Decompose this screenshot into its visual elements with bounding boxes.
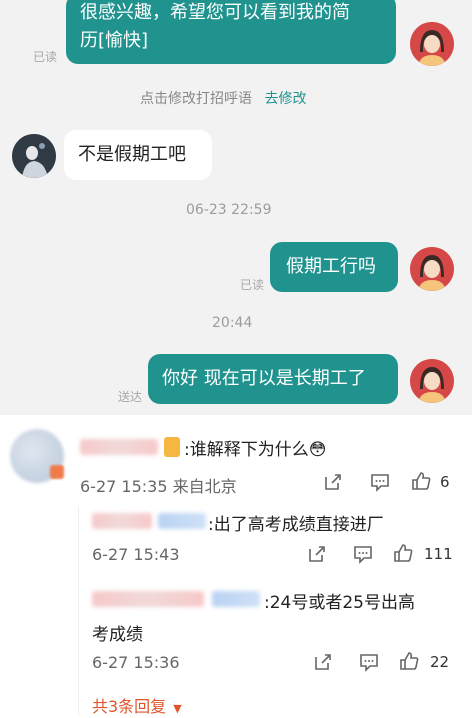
comment-text: :谁解释下为什么😳 (184, 440, 327, 460)
read-status: 已读 (240, 278, 265, 292)
comment-icon[interactable] (358, 651, 380, 673)
share-icon[interactable] (306, 543, 328, 565)
more-replies-link[interactable]: 共3条回复 ▼ (92, 693, 182, 717)
greeting-hint: 点击修改打招呼语 去修改 (140, 88, 306, 108)
like-icon[interactable] (410, 470, 432, 492)
avatar-me[interactable] (410, 22, 454, 66)
comment-section: :谁解释下为什么😳 6-27 15:35 来自北京 6 :出了高考成绩直接进厂 … (0, 415, 472, 718)
message-bubble-outgoing[interactable]: 很感兴趣，希望您可以看到我的简 历[愉快] (66, 0, 396, 64)
like-count: 22 (430, 653, 450, 671)
comment-icon[interactable] (369, 471, 391, 493)
comment-icon[interactable] (352, 543, 374, 565)
like-count: 6 (440, 473, 450, 491)
reply-author[interactable] (92, 591, 204, 607)
more-replies-label: 共3条回复 (92, 697, 167, 716)
message-bubble-incoming[interactable]: 不是假期工吧 (64, 130, 212, 180)
chat-panel: 很感兴趣，希望您可以看到我的简 历[愉快] 已读 点击修改打招呼语 去修改 不是… (0, 0, 472, 415)
reply-text: 考成绩 (92, 625, 143, 645)
reply-time: 6-27 15:36 (92, 653, 180, 672)
message-text-line: 历[愉快] (80, 30, 149, 51)
reply-target[interactable] (158, 513, 206, 529)
edit-greeting-link[interactable]: 去修改 (264, 91, 306, 107)
reply-text: :24号或者25号出高 (264, 593, 415, 613)
avatar-illustration (12, 134, 56, 178)
message-bubble-outgoing[interactable]: 假期工行吗 (270, 242, 398, 292)
timestamp: 20:44 (212, 315, 253, 331)
reply-target[interactable] (212, 591, 260, 607)
reply-thread-line (78, 507, 79, 715)
read-status: 已读 (33, 50, 58, 64)
share-icon[interactable] (312, 651, 334, 673)
comment-meta: 6-27 15:35 来自北京 (80, 477, 237, 496)
avatar-illustration (410, 22, 454, 66)
reply-time: 6-27 15:43 (92, 545, 180, 564)
avatar-me[interactable] (410, 359, 454, 403)
reply-text: :出了高考成绩直接进厂 (208, 515, 384, 535)
reply-author[interactable] (92, 513, 152, 529)
like-icon[interactable] (392, 542, 414, 564)
avatar-illustration (410, 359, 454, 403)
like-count: 111 (424, 545, 453, 563)
level-badge-icon (164, 437, 180, 457)
share-icon[interactable] (322, 471, 344, 493)
greeting-hint-text: 点击修改打招呼语 (140, 91, 252, 107)
like-icon[interactable] (398, 650, 420, 672)
timestamp: 06-23 22:59 (186, 202, 272, 218)
delivered-status: 送达 (118, 390, 143, 404)
message-bubble-outgoing[interactable]: 你好 现在可以是长期工了 (148, 354, 398, 404)
avatar-illustration (410, 247, 454, 291)
message-text-line: 很感兴趣，希望您可以看到我的简 (80, 2, 350, 23)
vip-badge-icon (50, 465, 64, 479)
avatar-me[interactable] (410, 247, 454, 291)
commenter-name[interactable] (80, 439, 158, 455)
chevron-down-icon: ▼ (173, 702, 182, 715)
avatar-other[interactable] (12, 134, 56, 178)
